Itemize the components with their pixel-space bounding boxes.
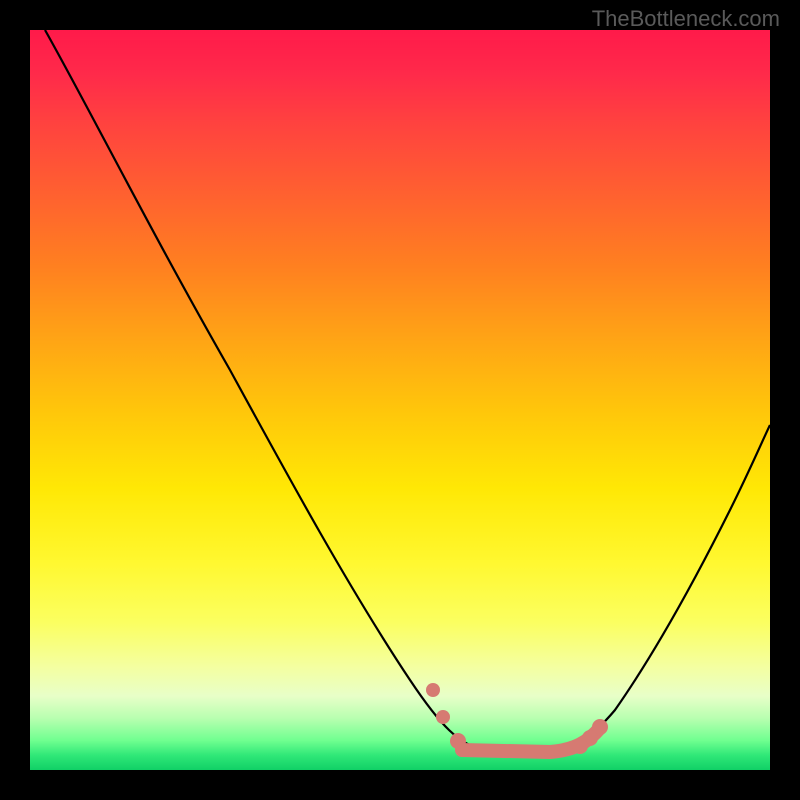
chart-svg (30, 30, 770, 770)
optimal-range-highlight (426, 683, 608, 754)
plot-area (30, 30, 770, 770)
watermark-text: TheBottleneck.com (592, 6, 780, 32)
bottleneck-curve-line (45, 30, 770, 752)
